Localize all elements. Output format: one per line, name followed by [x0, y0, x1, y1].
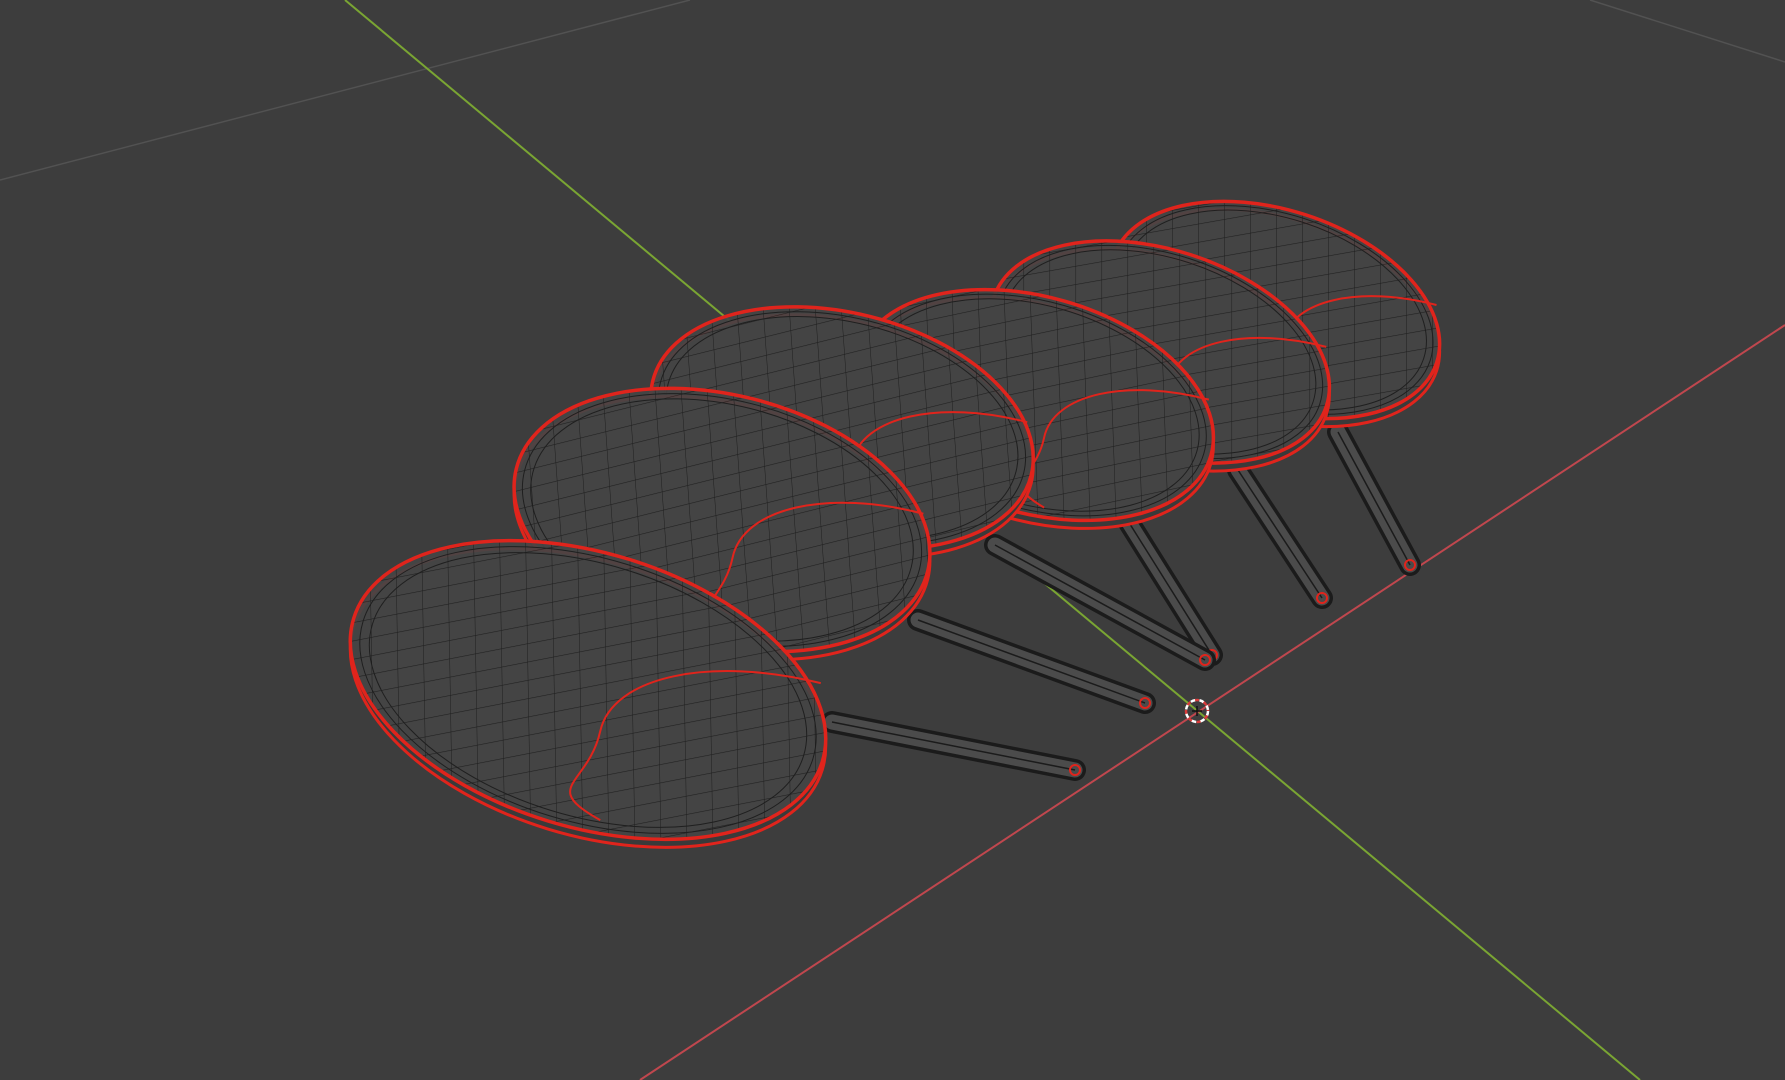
fan-5-handle-edge — [917, 619, 1146, 704]
fan-6-handle-edge — [831, 721, 1076, 771]
floor-grid — [0, 0, 1785, 181]
viewport-scene[interactable] — [0, 0, 1785, 1080]
scene-objects[interactable] — [314, 162, 1468, 900]
3d-cursor-icon[interactable] — [1184, 698, 1210, 724]
3d-viewport[interactable] — [0, 0, 1785, 1080]
fan-1-handle-edge — [1337, 431, 1411, 566]
fan-2-handle-edge — [1237, 469, 1323, 599]
